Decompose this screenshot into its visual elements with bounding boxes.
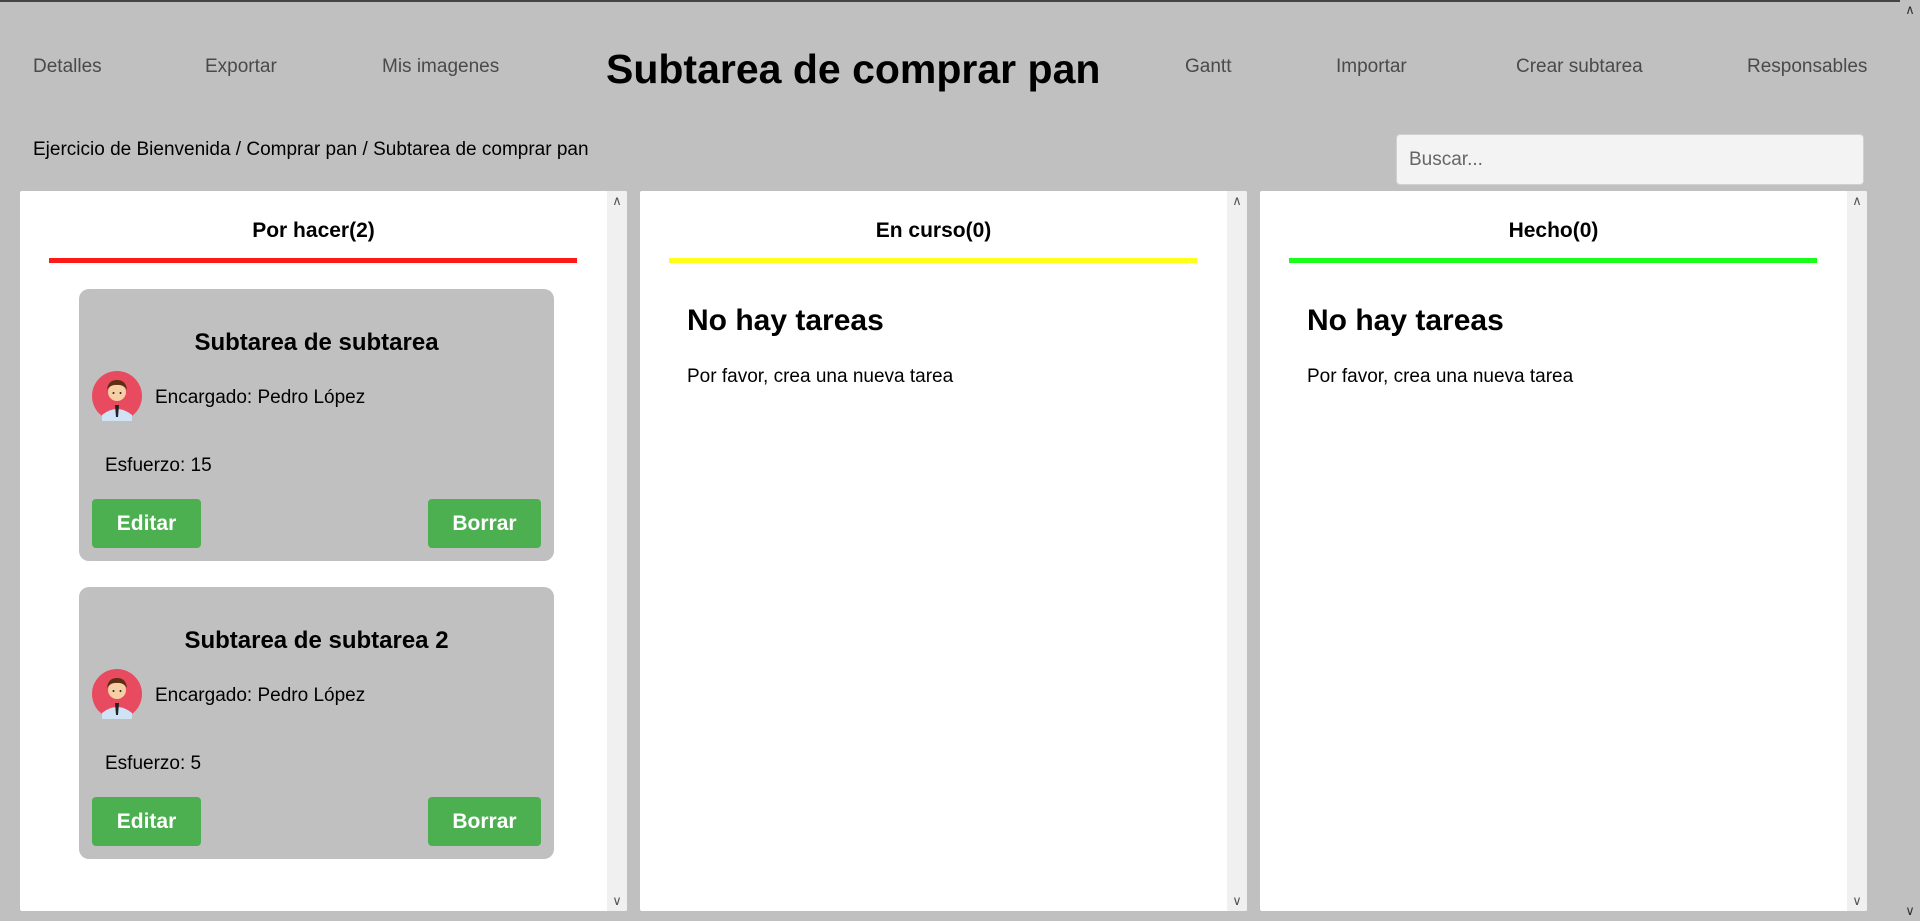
nav-responsables[interactable]: Responsables <box>1747 56 1867 78</box>
task-title: Subtarea de subtarea 2 <box>184 627 449 654</box>
chevron-up-icon[interactable]: ∧ <box>1227 191 1247 211</box>
empty-state-title: No hay tareas <box>1307 304 1504 337</box>
breadcrumb-item-current: Subtarea de comprar pan <box>373 139 589 160</box>
edit-button[interactable]: Editar <box>92 499 201 548</box>
column-hecho: Hecho(0) No hay tareas Por favor, crea u… <box>1260 191 1867 911</box>
nav-importar[interactable]: Importar <box>1336 56 1407 78</box>
empty-state-title: No hay tareas <box>687 304 884 337</box>
chevron-up-icon[interactable]: ∧ <box>607 191 627 211</box>
column-title: En curso(0) <box>875 219 992 242</box>
window-scrollbar[interactable]: ∧ ∨ <box>1900 0 1920 921</box>
delete-button[interactable]: Borrar <box>428 499 541 548</box>
chevron-down-icon[interactable]: ∨ <box>1227 891 1247 911</box>
column-color-bar <box>49 258 577 263</box>
delete-button[interactable]: Borrar <box>428 797 541 846</box>
nav-detalles[interactable]: Detalles <box>33 56 102 78</box>
task-card: Subtarea de subtarea Encargado: Pedro Ló… <box>79 289 554 561</box>
breadcrumb-separator: / <box>357 139 374 160</box>
task-assignee: Encargado: Pedro López <box>155 387 366 408</box>
nav-crear-subtarea[interactable]: Crear subtarea <box>1516 56 1643 78</box>
breadcrumb-item[interactable]: Comprar pan <box>246 139 357 160</box>
window-top-border <box>0 0 1920 2</box>
person-avatar-icon <box>92 371 142 421</box>
task-assignee: Encargado: Pedro López <box>155 685 366 706</box>
chevron-down-icon[interactable]: ∨ <box>1900 901 1920 921</box>
edit-button[interactable]: Editar <box>92 797 201 846</box>
column-en-curso: En curso(0) No hay tareas Por favor, cre… <box>640 191 1247 911</box>
column-title: Por hacer(2) <box>252 219 375 242</box>
chevron-down-icon[interactable]: ∨ <box>1847 891 1867 911</box>
nav-gantt[interactable]: Gantt <box>1185 56 1231 78</box>
search-input[interactable] <box>1396 134 1864 185</box>
nav-exportar[interactable]: Exportar <box>205 56 277 78</box>
empty-state-message: Por favor, crea una nueva tarea <box>687 366 954 387</box>
chevron-up-icon[interactable]: ∧ <box>1900 0 1920 20</box>
column-scrollbar[interactable]: ∧ ∨ <box>607 191 627 911</box>
task-title: Subtarea de subtarea <box>194 329 439 356</box>
task-card: Subtarea de subtarea 2 Encargado: Pedro … <box>79 587 554 859</box>
chevron-up-icon[interactable]: ∧ <box>1847 191 1867 211</box>
column-scrollbar[interactable]: ∧ ∨ <box>1227 191 1247 911</box>
column-scrollbar[interactable]: ∧ ∨ <box>1847 191 1867 911</box>
task-effort: Esfuerzo: 5 <box>105 753 202 774</box>
column-title: Hecho(0) <box>1508 219 1599 242</box>
breadcrumb-separator: / <box>230 139 247 160</box>
column-por-hacer: Por hacer(2) Subtarea de subtarea Encarg… <box>20 191 627 911</box>
column-color-bar <box>669 258 1197 263</box>
task-effort: Esfuerzo: 15 <box>105 455 212 476</box>
nav-mis-imagenes[interactable]: Mis imagenes <box>382 56 499 78</box>
person-avatar-icon <box>92 669 142 719</box>
empty-state-message: Por favor, crea una nueva tarea <box>1307 366 1574 387</box>
page-title: Subtarea de comprar pan <box>606 46 1101 92</box>
column-color-bar <box>1289 258 1817 263</box>
breadcrumb: Ejercicio de Bienvenida / Comprar pan / … <box>33 139 589 161</box>
chevron-down-icon[interactable]: ∨ <box>607 891 627 911</box>
breadcrumb-item[interactable]: Ejercicio de Bienvenida <box>33 139 231 160</box>
